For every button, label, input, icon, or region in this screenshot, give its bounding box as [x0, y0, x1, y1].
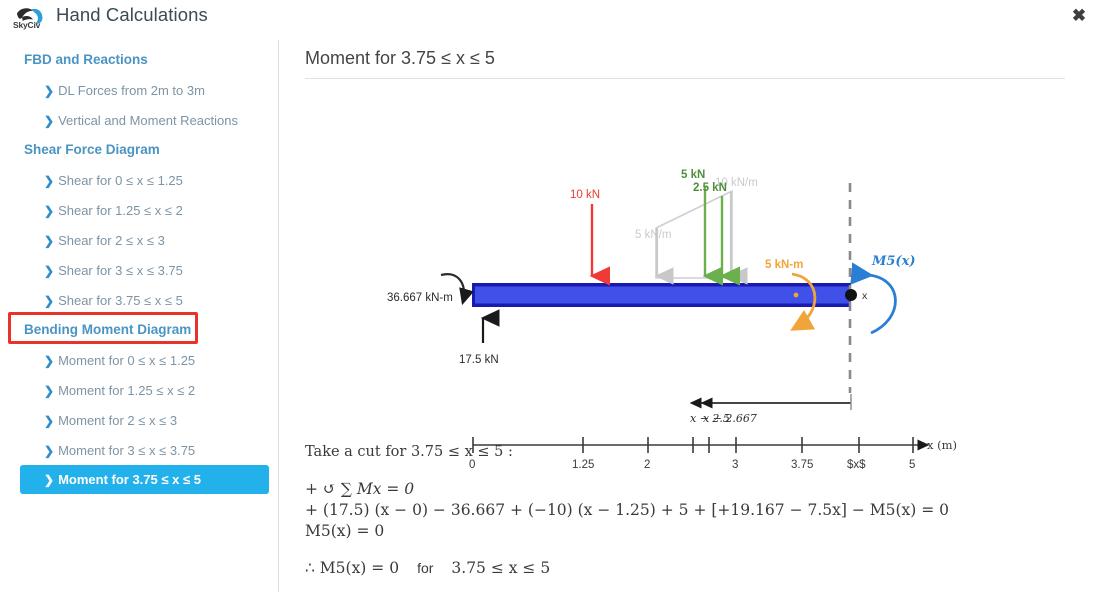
sidebar-item-moment-375-5[interactable]: ❯ Moment for 3.75 ≤ x ≤ 5 — [20, 465, 269, 494]
equivalent-load-1-label: 5 kN — [681, 169, 705, 181]
sidebar-section-bending-moment-diagram[interactable]: Bending Moment Diagram — [24, 322, 191, 337]
content-heading: Moment for 3.75 ≤ x ≤ 5 — [305, 48, 495, 68]
main-content: Moment for 3.75 ≤ x ≤ 5 36.667 kN-m 17.5… — [280, 40, 1099, 592]
sidebar-item-label: Shear for 3.75 ≤ x ≤ 5 — [58, 293, 183, 308]
sidebar-item-shear-0-125[interactable]: ❯ Shear for 0 ≤ x ≤ 1.25 — [44, 173, 183, 188]
sidebar-item-label: Moment for 2 ≤ x ≤ 3 — [58, 413, 178, 428]
close-icon[interactable]: ✖ — [1067, 4, 1091, 28]
x-axis-label: x (m) — [927, 438, 957, 452]
sidebar-item-label: Shear for 1.25 ≤ x ≤ 2 — [58, 203, 183, 218]
equation-result: ∴ M5(x) = 0 for 3.75 ≤ x ≤ 5 — [305, 559, 550, 577]
internal-moment-label: M5(x) — [871, 254, 916, 269]
internal-moment-arrow — [850, 262, 897, 335]
chevron-right-icon: ❯ — [44, 444, 55, 458]
result-range: 3.75 ≤ x ≤ 5 — [451, 559, 551, 577]
page-title: Hand Calculations — [56, 4, 208, 25]
axis-tick-2: 2 — [644, 459, 650, 471]
sidebar-item-label: DL Forces from 2m to 3m — [58, 83, 205, 98]
window-header: SkyCiv Hand Calculations ✖ — [0, 0, 1099, 33]
title-divider — [305, 78, 1065, 79]
hand-calculations-window: SkyCiv Hand Calculations ✖ FBD and React… — [0, 0, 1099, 592]
cut-point-marker — [845, 289, 857, 301]
chevron-right-icon: ❯ — [44, 384, 55, 398]
udl-left-label: 5 kN/m — [635, 229, 671, 241]
x-axis — [472, 437, 930, 453]
dimension-lines — [689, 394, 852, 410]
sidebar-item-label: Moment for 0 ≤ x ≤ 1.25 — [58, 353, 196, 368]
sidebar-item-shear-125-2[interactable]: ❯ Shear for 1.25 ≤ x ≤ 2 — [44, 203, 183, 218]
result-for-keyword: for — [417, 560, 434, 576]
applied-moment-label: 5 kN-m — [765, 259, 803, 271]
sidebar-section-shear-force-diagram[interactable]: Shear Force Diagram — [24, 142, 160, 157]
equation-sum-moments: + ↺ ∑ Mx = 0 — [305, 480, 415, 498]
sidebar-item-moment-3-375[interactable]: ❯ Moment for 3 ≤ x ≤ 3.75 — [44, 443, 195, 458]
axis-tick-cut: $x$ — [847, 459, 866, 471]
sidebar-item-shear-3-375[interactable]: ❯ Shear for 3 ≤ x ≤ 3.75 — [44, 263, 183, 278]
axis-tick-3: 3 — [732, 459, 738, 471]
logo-wordmark: SkyCiv — [13, 20, 41, 30]
sidebar-item-label: Moment for 3 ≤ x ≤ 3.75 — [58, 443, 196, 458]
sidebar-section-fbd-and-reactions[interactable]: FBD and Reactions — [24, 52, 148, 67]
sidebar-item-label: Shear for 3 ≤ x ≤ 3.75 — [58, 263, 183, 278]
sidebar-item-shear-2-3[interactable]: ❯ Shear for 2 ≤ x ≤ 3 — [44, 233, 165, 248]
sidebar-item-label: Moment for 3.75 ≤ x ≤ 5 — [58, 472, 201, 487]
chevron-right-icon: ❯ — [44, 294, 55, 308]
sidebar-item-vertical-moment-reactions[interactable]: ❯ Vertical and Moment Reactions — [44, 113, 238, 128]
chevron-right-icon: ❯ — [44, 84, 55, 98]
equation-expanded: + (17.5) (x − 0) − 36.667 + (−10) (x − 1… — [305, 501, 950, 519]
chevron-right-icon: ❯ — [44, 174, 55, 188]
sidebar-item-moment-125-2[interactable]: ❯ Moment for 1.25 ≤ x ≤ 2 — [44, 383, 195, 398]
equation-simplified: M5(x) = 0 — [305, 522, 385, 540]
sidebar-item-label: Shear for 0 ≤ x ≤ 1.25 — [58, 173, 183, 188]
equivalent-load-2-label: 2.5 kN — [693, 182, 727, 194]
sidebar-item-label: Vertical and Moment Reactions — [58, 113, 238, 128]
sidebar-item-dl-forces[interactable]: ❯ DL Forces from 2m to 3m — [44, 83, 205, 98]
free-body-diagram: 36.667 kN-m 17.5 kN 10 kN 5 kN/m 10 kN/m — [387, 169, 957, 471]
axis-tick-125: 1.25 — [572, 459, 594, 471]
chevron-right-icon: ❯ — [44, 234, 55, 248]
dimension-2-label: x − 2.667 — [703, 412, 757, 425]
result-expression: ∴ M5(x) = 0 — [305, 559, 400, 577]
reaction-label: 17.5 kN — [459, 354, 499, 366]
axis-tick-0: 0 — [469, 459, 475, 471]
cut-statement: Take a cut for 3.75 ≤ x ≤ 5 : — [305, 444, 513, 460]
chevron-right-icon: ❯ — [44, 414, 55, 428]
cut-point-label: x — [862, 290, 868, 302]
sidebar-item-label: Shear for 2 ≤ x ≤ 3 — [58, 233, 165, 248]
axis-tick-5: 5 — [909, 459, 915, 471]
chevron-right-icon: ❯ — [44, 473, 55, 487]
sidebar-item-moment-0-125[interactable]: ❯ Moment for 0 ≤ x ≤ 1.25 — [44, 353, 195, 368]
chevron-right-icon: ❯ — [44, 354, 55, 368]
chevron-right-icon: ❯ — [44, 114, 55, 128]
axis-tick-375: 3.75 — [791, 459, 813, 471]
sidebar: FBD and Reactions ❯ DL Forces from 2m to … — [0, 40, 279, 592]
sidebar-item-label: Moment for 1.25 ≤ x ≤ 2 — [58, 383, 196, 398]
chevron-right-icon: ❯ — [44, 264, 55, 278]
point-load-label: 10 kN — [570, 189, 600, 201]
sidebar-item-shear-375-5[interactable]: ❯ Shear for 3.75 ≤ x ≤ 5 — [44, 293, 183, 308]
support-moment-label: 36.667 kN-m — [387, 292, 453, 304]
chevron-right-icon: ❯ — [44, 204, 55, 218]
sidebar-item-moment-2-3[interactable]: ❯ Moment for 2 ≤ x ≤ 3 — [44, 413, 177, 428]
